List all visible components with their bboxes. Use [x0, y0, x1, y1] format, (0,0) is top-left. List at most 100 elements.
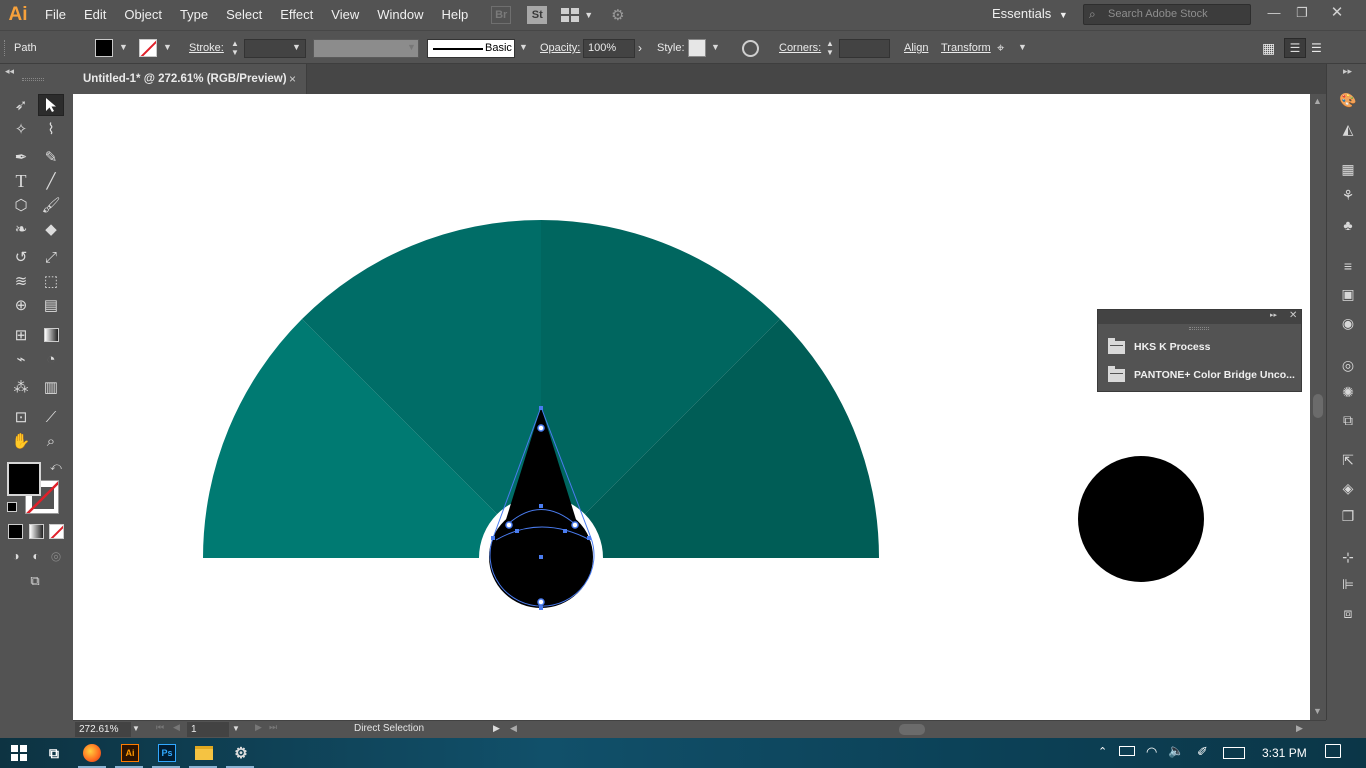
- menu-object[interactable]: Object: [115, 0, 171, 30]
- live-corner-widget[interactable]: [571, 521, 579, 529]
- default-fill-stroke-icon[interactable]: [7, 502, 17, 512]
- recolor-artwork-icon[interactable]: [742, 40, 759, 57]
- symbol-sprayer-tool-icon[interactable]: ⁂: [8, 376, 34, 398]
- align-panel-icon[interactable]: ⊫: [1339, 575, 1357, 593]
- library-item-pantone-color-bridge[interactable]: PANTONE+ Color Bridge Unco...: [1108, 363, 1295, 387]
- show-hidden-icons[interactable]: ⌃: [1098, 745, 1107, 758]
- volume-icon[interactable]: 🔈: [1168, 743, 1184, 759]
- scroll-up-icon[interactable]: ▲: [1313, 96, 1322, 106]
- anchor-point[interactable]: [539, 555, 543, 559]
- scroll-down-icon[interactable]: ▼: [1313, 706, 1322, 716]
- curvature-tool-icon[interactable]: ✎: [38, 146, 64, 168]
- panel-close-icon[interactable]: ✕: [1289, 310, 1297, 321]
- swap-fill-stroke-icon[interactable]: ⤺: [50, 461, 62, 474]
- menu-select[interactable]: Select: [217, 0, 271, 30]
- zoom-field[interactable]: 272.61%: [75, 722, 131, 737]
- blend-tool-icon[interactable]: ◔: [38, 348, 64, 370]
- corners-stepper[interactable]: ▲ ▼: [824, 39, 836, 58]
- scroll-thumb[interactable]: [1313, 394, 1323, 418]
- asset-export-icon[interactable]: ⧉: [1339, 411, 1357, 429]
- collapse-toolbar-icon[interactable]: ◂◂: [5, 66, 14, 77]
- paintbrush-tool-icon[interactable]: 🖌: [38, 194, 64, 216]
- artboard-number-field[interactable]: 1: [187, 722, 229, 737]
- lasso-tool-icon[interactable]: ⌇: [38, 118, 64, 140]
- live-corner-widget[interactable]: [537, 598, 545, 606]
- battery-icon[interactable]: [1119, 746, 1135, 756]
- transform-dropdown-icon[interactable]: ▼: [1018, 42, 1027, 52]
- wifi-icon[interactable]: ◠: [1146, 744, 1157, 760]
- scroll-left-icon[interactable]: ◀: [510, 723, 517, 734]
- menu-file[interactable]: File: [36, 0, 75, 30]
- transform-panel-icon[interactable]: ⊹: [1339, 548, 1357, 566]
- corners-field[interactable]: [839, 39, 890, 58]
- previous-artboard-icon[interactable]: ◀: [173, 722, 180, 733]
- workspace-switcher[interactable]: Essentials ▼: [992, 6, 1068, 21]
- next-artboard-icon[interactable]: ▶: [255, 722, 262, 733]
- anchor-point[interactable]: [491, 536, 495, 540]
- clock[interactable]: 3:31 PM: [1262, 746, 1307, 760]
- slice-tool-icon[interactable]: ⟋: [38, 406, 64, 428]
- brushes-panel-icon[interactable]: ⚘: [1339, 186, 1357, 204]
- mesh-tool-icon[interactable]: ⊞: [8, 324, 34, 346]
- menu-view[interactable]: View: [322, 0, 368, 30]
- windows-start-icon[interactable]: [7, 742, 31, 764]
- chevron-right-icon[interactable]: ›: [638, 31, 642, 65]
- type-tool-icon[interactable]: T: [8, 170, 34, 192]
- opacity-field[interactable]: 100%: [583, 39, 635, 58]
- anchor-point[interactable]: [539, 406, 543, 410]
- transform-link[interactable]: Transform: [941, 31, 991, 65]
- close-tab-icon[interactable]: ×: [289, 64, 296, 94]
- artboards-panel-icon[interactable]: ❐: [1339, 507, 1357, 525]
- status-menu-icon[interactable]: ▶: [493, 723, 500, 734]
- opacity-label[interactable]: Opacity:: [540, 31, 580, 65]
- menu-window[interactable]: Window: [368, 0, 432, 30]
- symbols-panel-icon[interactable]: ♣: [1339, 216, 1357, 234]
- screen-mode-icon[interactable]: ⧉: [22, 570, 48, 592]
- anchor-point[interactable]: [563, 529, 567, 533]
- menu-edit[interactable]: Edit: [75, 0, 115, 30]
- pen-workspace-icon[interactable]: ✐: [1197, 744, 1208, 760]
- first-artboard-icon[interactable]: ⏮: [156, 722, 164, 733]
- variable-width-profile[interactable]: [313, 39, 419, 58]
- black-circle[interactable]: [1078, 456, 1204, 582]
- minimize-icon[interactable]: —: [1259, 2, 1289, 24]
- brush-dropdown-icon[interactable]: ▼: [519, 42, 528, 52]
- perspective-grid-tool-icon[interactable]: ▤: [38, 294, 64, 316]
- color-panel-icon[interactable]: 🎨: [1339, 91, 1357, 109]
- selection-tool-icon[interactable]: ➶: [8, 94, 34, 116]
- gradient-panel-icon[interactable]: ▣: [1339, 285, 1357, 303]
- shape-builder-tool-icon[interactable]: ⊕: [8, 294, 34, 316]
- gradient-mode-button[interactable]: [29, 524, 44, 539]
- corners-label[interactable]: Corners:: [779, 31, 821, 65]
- direct-selection-tool-icon[interactable]: [38, 94, 64, 116]
- artboard-dropdown-icon[interactable]: ▼: [232, 724, 240, 733]
- color-mode-button[interactable]: [8, 524, 23, 539]
- brush-definition[interactable]: Basic: [427, 39, 515, 58]
- polygon-tool-icon[interactable]: ⬡: [8, 194, 34, 216]
- illustrator-icon[interactable]: Ai: [118, 742, 142, 764]
- anchor-point[interactable]: [539, 504, 543, 508]
- magic-wand-tool-icon[interactable]: ✧: [8, 118, 34, 140]
- transparency-panel-icon[interactable]: ◉: [1339, 314, 1357, 332]
- scroll-right-icon[interactable]: ▶: [1296, 723, 1303, 734]
- fill-swatch[interactable]: [95, 39, 113, 57]
- pen-tool-icon[interactable]: ✒: [8, 146, 34, 168]
- restore-icon[interactable]: ❐: [1287, 2, 1317, 24]
- control-panel-toggle-icon[interactable]: ☰: [1284, 38, 1306, 58]
- expand-panels-icon[interactable]: ▸▸: [1343, 66, 1352, 77]
- stock-button[interactable]: St: [527, 6, 548, 24]
- zoom-tool-icon[interactable]: ⌕: [38, 430, 64, 452]
- action-center-icon[interactable]: [1325, 744, 1341, 758]
- horizontal-scroll-thumb[interactable]: [899, 724, 925, 735]
- export-icon[interactable]: ⇱: [1339, 451, 1357, 469]
- last-artboard-icon[interactable]: ⏭: [269, 722, 277, 733]
- close-icon[interactable]: ✕: [1322, 2, 1352, 24]
- library-item-hks-k-process[interactable]: HKS K Process: [1108, 335, 1210, 359]
- align-link[interactable]: Align: [904, 31, 928, 65]
- width-tool-icon[interactable]: ≋: [8, 270, 34, 292]
- task-view-icon[interactable]: ⧉: [42, 742, 66, 764]
- zoom-dropdown-icon[interactable]: ▼: [132, 724, 140, 733]
- stroke-weight-dropdown-icon[interactable]: ▼: [292, 42, 301, 52]
- eyedropper-tool-icon[interactable]: ⌁: [8, 348, 34, 370]
- draw-inside-icon[interactable]: ◎: [43, 545, 69, 567]
